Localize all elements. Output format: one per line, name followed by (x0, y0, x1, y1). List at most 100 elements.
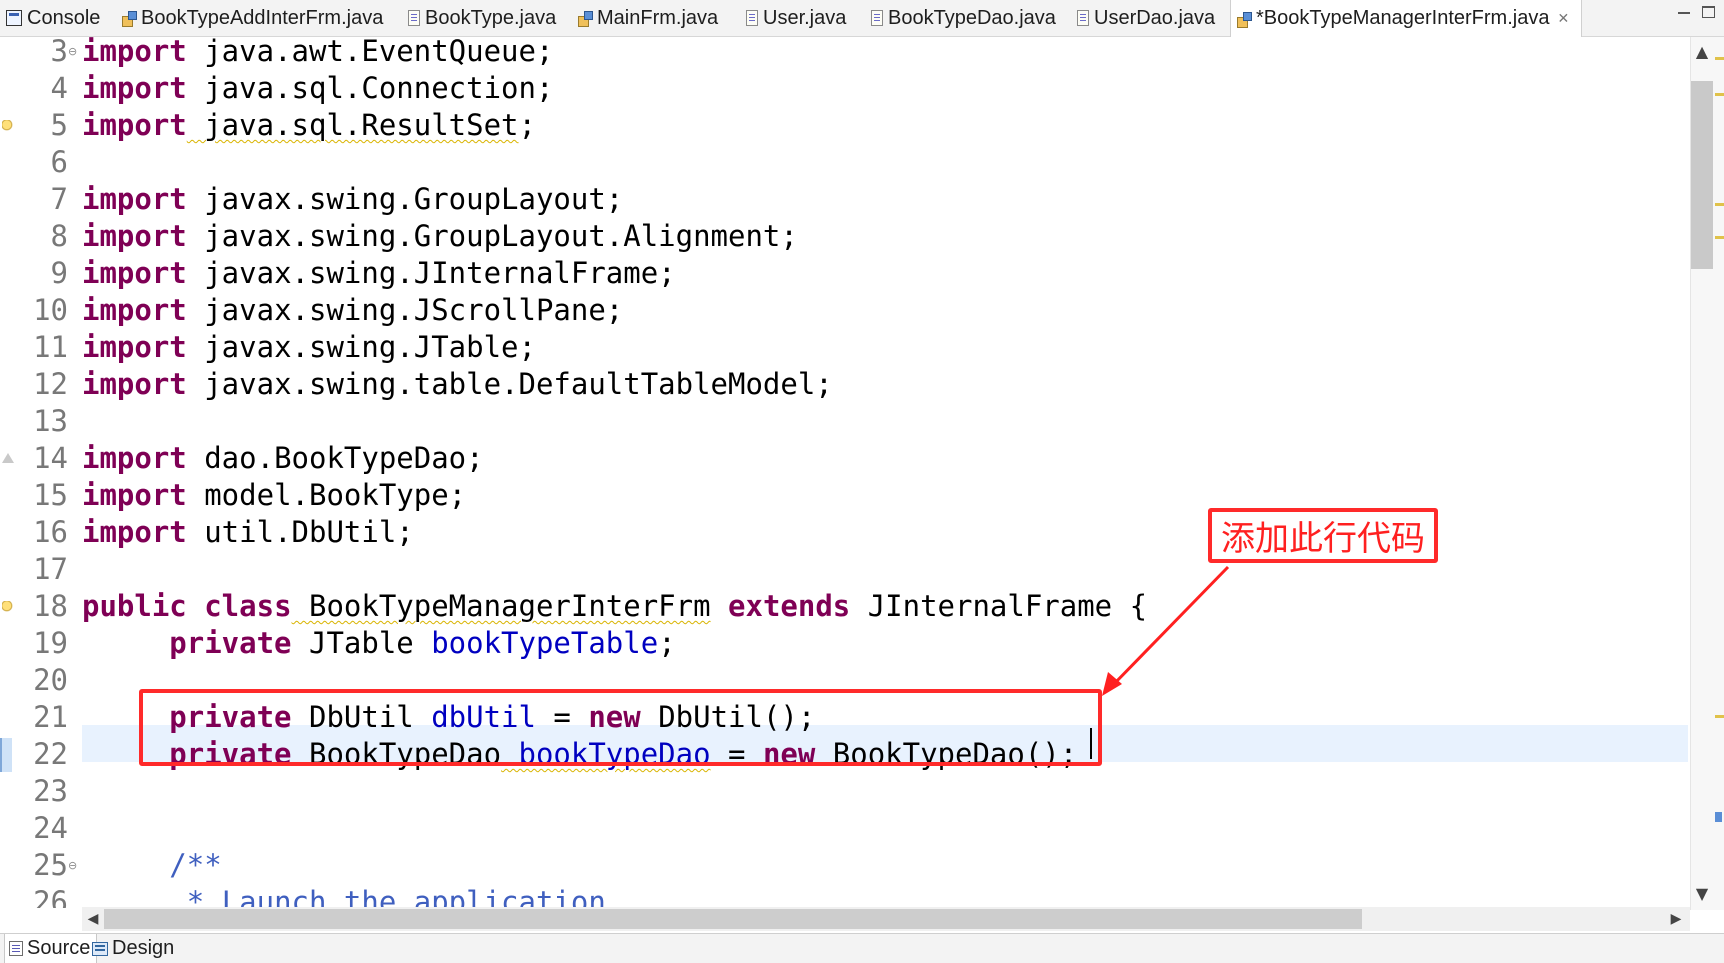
scroll-down-icon[interactable]: ▼ (1691, 883, 1713, 905)
line-number: 19 (33, 626, 68, 660)
console-icon (6, 10, 22, 26)
line-number: 9 (50, 256, 68, 290)
tab-label: Design (112, 937, 175, 959)
tab-booktypeaddinterfrm[interactable]: BookTypeAddInterFrm.java (122, 0, 383, 36)
code-line[interactable]: 11 import javax.swing.JTable; (0, 329, 1690, 366)
code-token: java.awt.EventQueue; (186, 37, 554, 68)
java-file-icon (408, 10, 420, 26)
overview-position-marker[interactable] (1715, 812, 1722, 822)
code-line[interactable]: 23 (0, 773, 1690, 810)
keyword-token: import (82, 37, 187, 68)
tab-booktype[interactable]: BookType.java (408, 0, 556, 36)
tab-label: *BookTypeManagerInterFrm.java (1256, 7, 1550, 29)
bookmark-marker-icon[interactable] (0, 738, 12, 772)
line-number: 18 (33, 589, 68, 623)
vertical-scrollbar[interactable]: ▲ ▼ (1690, 37, 1724, 910)
scroll-right-icon[interactable]: ▶ (1665, 908, 1687, 930)
tab-label: User.java (763, 6, 847, 29)
line-number: 3 (50, 37, 68, 68)
code-line[interactable]: 4 import java.sql.Connection; (0, 70, 1690, 107)
java-file-icon (746, 10, 758, 26)
fold-toggle-icon[interactable]: ⊖ (68, 37, 77, 70)
tab-console[interactable]: Console (6, 0, 100, 36)
keyword-token: import (82, 293, 187, 327)
code-editor[interactable]: 3 ⊖ import java.awt.EventQueue; 4 import jav… (0, 37, 1690, 908)
overview-warning-marker[interactable] (1715, 93, 1724, 96)
code-line[interactable]: 19 private JTable bookTypeTable; (0, 625, 1690, 662)
code-text: import javax.swing.JInternalFrame; (82, 255, 676, 292)
code-token: model.BookType; (186, 478, 467, 512)
tab-label: BookTypeDao.java (888, 6, 1056, 29)
tab-design[interactable]: Design (92, 934, 174, 963)
scroll-left-icon[interactable]: ◀ (82, 908, 104, 930)
overview-warning-marker[interactable] (1715, 57, 1724, 60)
design-icon (92, 941, 108, 956)
line-number: 26 (33, 885, 68, 908)
form-java-icon (578, 11, 593, 27)
line-number: 25 (33, 848, 68, 882)
code-text: * Launch the application. (82, 884, 624, 908)
line-number: 8 (50, 219, 68, 253)
code-line[interactable]: 26 * Launch the application. (0, 884, 1690, 908)
code-line[interactable]: 6 (0, 144, 1690, 181)
editor-tab-bar: Console BookTypeAddInterFrm.java BookTyp… (0, 0, 1724, 37)
code-token: javax.swing.table.DefaultTableModel; (186, 367, 833, 401)
code-line[interactable]: 10 import javax.swing.JScrollPane; (0, 292, 1690, 329)
comment-token: * Launch the application. (169, 885, 624, 908)
code-text: private JTable bookTypeTable; (82, 625, 675, 662)
code-token: dao.BookTypeDao; (186, 441, 484, 475)
line-number: 6 (50, 145, 68, 179)
tab-label: BookTypeAddInterFrm.java (141, 6, 384, 29)
overview-warning-marker[interactable] (1715, 236, 1724, 239)
line-number: 12 (33, 367, 68, 401)
code-text: import javax.swing.GroupLayout; (82, 181, 623, 218)
code-line[interactable]: 9 import javax.swing.JInternalFrame; (0, 255, 1690, 292)
line-number: 23 (33, 774, 68, 808)
code-text: import java.awt.EventQueue; (82, 37, 553, 70)
scroll-up-icon[interactable]: ▲ (1691, 41, 1713, 63)
tab-source[interactable]: Source (4, 934, 98, 963)
tab-label: UserDao.java (1094, 6, 1216, 29)
code-line[interactable]: 3 ⊖ import java.awt.EventQueue; (0, 37, 1690, 70)
code-line[interactable]: 14 import dao.BookTypeDao; (0, 440, 1690, 477)
line-number: 16 (33, 515, 68, 549)
code-token: javax.swing.GroupLayout; (186, 182, 624, 216)
code-token: BookTypeManagerInterFrm (291, 589, 711, 623)
tab-mainfrm[interactable]: MainFrm.java (578, 0, 718, 36)
code-text: import model.BookType; (82, 477, 466, 514)
code-text: import javax.swing.JScrollPane; (82, 292, 623, 329)
tab-label: Console (27, 6, 101, 29)
minimize-icon[interactable] (1674, 2, 1696, 22)
tab-user[interactable]: User.java (746, 0, 846, 36)
keyword-token: import (82, 71, 187, 105)
tab-userdao[interactable]: UserDao.java (1077, 0, 1215, 36)
code-token: javax.swing.JTable; (186, 330, 536, 364)
line-number: 11 (33, 330, 68, 364)
code-line[interactable]: 5 import java.sql.ResultSet; (0, 107, 1690, 144)
line-number: 15 (33, 478, 68, 512)
horizontal-scrollbar[interactable]: ◀ ▶ (82, 907, 1690, 931)
horizontal-scroll-thumb[interactable] (104, 909, 1362, 929)
code-token: JInternalFrame { (850, 589, 1148, 623)
code-token: java.sql.ResultSet (186, 108, 519, 142)
fold-toggle-icon[interactable]: ⊖ (68, 847, 77, 884)
form-java-icon (122, 11, 137, 27)
code-line[interactable]: 8 import javax.swing.GroupLayout.Alignmen… (0, 218, 1690, 255)
vertical-scroll-thumb[interactable] (1691, 81, 1713, 269)
overview-warning-marker[interactable] (1715, 715, 1724, 718)
code-line[interactable]: 24 (0, 810, 1690, 847)
maximize-icon[interactable] (1698, 2, 1720, 22)
code-line[interactable]: 12 import javax.swing.table.DefaultTableM… (0, 366, 1690, 403)
code-line[interactable]: 18 public class BookTypeManagerInterFrm e… (0, 588, 1690, 625)
code-line[interactable]: 25 ⊖ /** (0, 847, 1690, 884)
tab-label: Source (27, 937, 91, 959)
editor-mode-tabs: Source Design (0, 933, 1724, 963)
tab-booktypemanagerinterfrm[interactable]: *BookTypeManagerInterFrm.java ✕ (1230, 0, 1583, 37)
code-line[interactable]: 13 (0, 403, 1690, 440)
close-icon[interactable]: ✕ (1557, 10, 1569, 27)
overview-warning-marker[interactable] (1715, 203, 1724, 206)
code-line[interactable]: 7 import javax.swing.GroupLayout; (0, 181, 1690, 218)
tab-booktypedao[interactable]: BookTypeDao.java (871, 0, 1056, 36)
code-highlight-box (139, 689, 1102, 766)
keyword-token: import (82, 367, 187, 401)
